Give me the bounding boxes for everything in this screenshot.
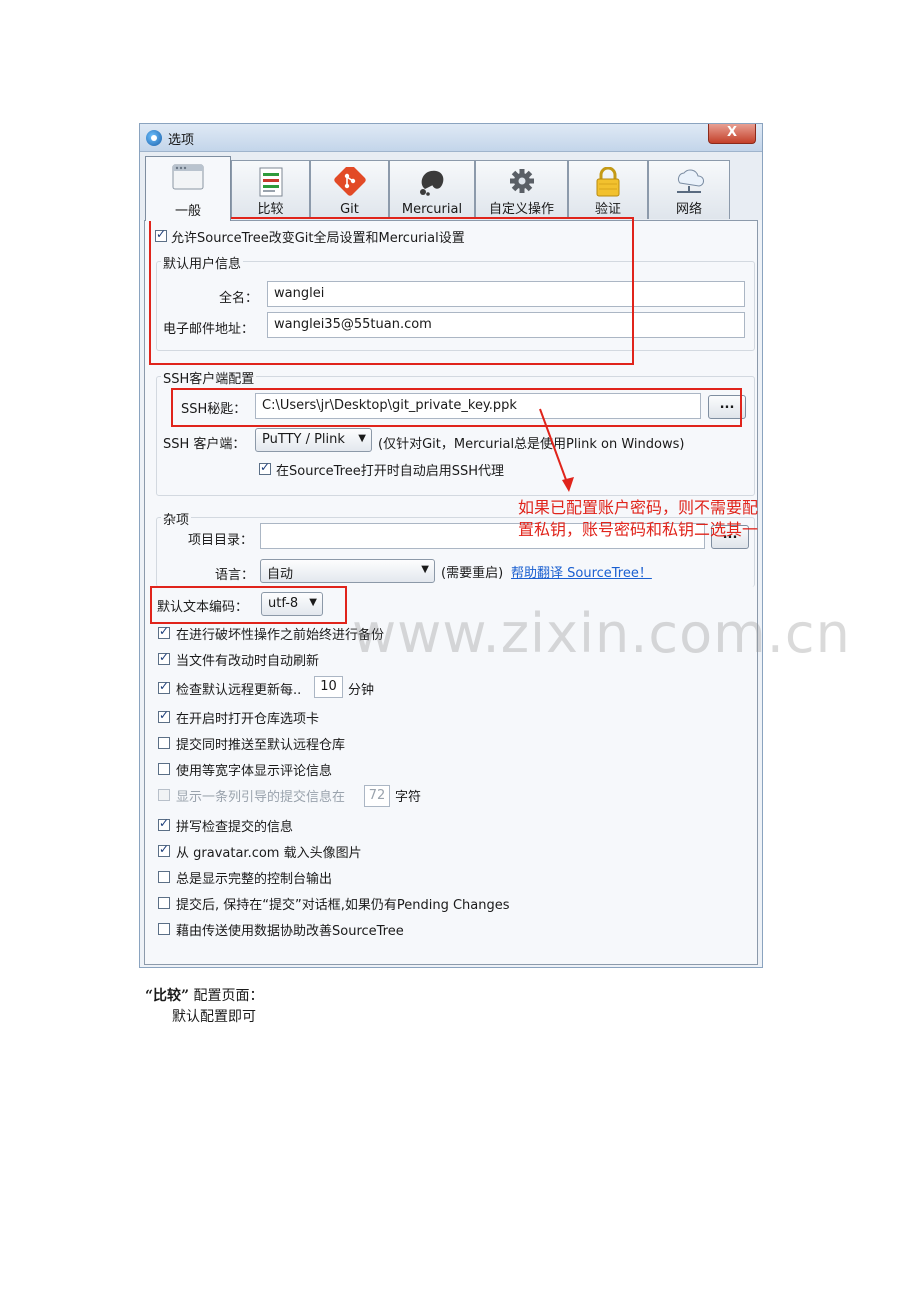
misc-group-title: 杂项	[161, 509, 192, 528]
diff-icon	[259, 167, 282, 197]
doc-heading-quote: “比较”	[145, 988, 190, 1004]
guide-column-input[interactable]: 72	[364, 785, 390, 807]
minutes-label: 分钟	[348, 683, 375, 698]
monospace-comments-checkbox[interactable]	[158, 763, 170, 775]
tab-mercurial[interactable]: Mercurial	[389, 160, 475, 219]
language-value: 自动	[267, 567, 294, 582]
backup-checkbox[interactable]	[158, 624, 170, 639]
option-label: 在开启时打开仓库选项卡	[176, 712, 320, 727]
ssh-agent-label: 在SourceTree打开时自动启用SSH代理	[276, 464, 505, 479]
ssh-client-label: SSH 客户端：	[163, 437, 246, 452]
doc-heading-rest: 配置页面：	[189, 988, 264, 1004]
gravatar-checkbox[interactable]	[158, 842, 170, 857]
option-label: 使用等宽字体显示评论信息	[176, 764, 333, 779]
help-translate-link[interactable]: 帮助翻译 SourceTree！	[511, 562, 652, 581]
highlight-user-info-box	[149, 217, 634, 365]
tab-label: Git	[340, 202, 359, 217]
tab-label: 一般	[174, 204, 201, 219]
highlight-encoding-box	[150, 586, 347, 624]
close-button[interactable]: X	[708, 124, 756, 144]
ssh-client-select[interactable]: PuTTY / Plink ▼	[255, 428, 372, 452]
tab-label: 比较	[257, 202, 284, 217]
mercurial-icon	[420, 170, 444, 196]
restart-note: (需要重启)	[441, 566, 504, 581]
tab-label: 自定义操作	[488, 202, 554, 217]
tab-authentication[interactable]: 验证	[568, 160, 648, 219]
ssh-group-title: SSH客户端配置	[161, 368, 257, 387]
tab-git[interactable]: Git	[310, 160, 389, 219]
sourcetree-app-icon	[146, 130, 162, 146]
title-bar[interactable]: 选项 X	[140, 124, 762, 152]
chars-label: 字符	[395, 790, 422, 805]
window-title: 选项	[168, 133, 195, 148]
option-label: 藉由传送使用数据协助改善SourceTree	[176, 924, 404, 939]
tab-custom-actions[interactable]: 自定义操作	[475, 160, 568, 219]
chevron-down-icon: ▼	[421, 564, 429, 575]
option-label: 从 gravatar.com 载入头像图片	[176, 846, 362, 861]
option-label: 总是显示完整的控制台输出	[176, 872, 333, 887]
doc-body: 默认配置即可	[172, 1009, 256, 1025]
auto-refresh-checkbox[interactable]	[158, 650, 170, 665]
tab-label: 网络	[675, 202, 702, 217]
option-label: 显示一条列引导的提交信息在	[176, 790, 346, 805]
doc-heading: “比较” 配置页面：	[145, 985, 264, 1005]
option-label: 当文件有改动时自动刷新	[176, 654, 320, 669]
tab-label: 验证	[594, 202, 621, 217]
tab-strip: 一般 比较 Git Mercurial 自定义操作 验证 网络	[140, 152, 762, 221]
ssh-client-note: (仅针对Git，Mercurial总是使用Plink on Windows)	[378, 437, 685, 452]
annotation-note: 如果已配置账户密码，则不需要配置私钥，账号密码和私钥二选其一	[518, 498, 759, 539]
keep-commit-dialog-checkbox[interactable]	[158, 897, 170, 909]
option-label: 提交后, 保持在“提交”对话框,如果仍有Pending Changes	[176, 898, 510, 913]
chevron-down-icon: ▼	[358, 433, 366, 444]
tab-diff[interactable]: 比较	[231, 160, 310, 219]
language-label: 语言：	[215, 568, 255, 583]
cloud-network-icon	[677, 169, 705, 193]
lock-icon	[596, 167, 620, 197]
spell-check-checkbox[interactable]	[158, 816, 170, 831]
open-repo-tabs-checkbox[interactable]	[158, 708, 170, 723]
full-console-checkbox[interactable]	[158, 871, 170, 883]
highlight-ssh-key-box	[171, 388, 742, 427]
ssh-client-value: PuTTY / Plink	[262, 432, 345, 447]
option-label: 检查默认远程更新每..	[176, 683, 302, 698]
commit-guide-checkbox[interactable]	[158, 789, 170, 801]
language-select[interactable]: 自动 ▼	[260, 559, 435, 583]
tab-general[interactable]: 一般	[145, 156, 231, 221]
git-icon	[333, 167, 366, 196]
ssh-agent-checkbox[interactable]	[259, 460, 271, 475]
option-label: 提交同时推送至默认远程仓库	[176, 738, 346, 753]
tab-label: Mercurial	[401, 202, 463, 217]
project-dir-label: 项目目录：	[188, 533, 254, 548]
window-icon	[172, 164, 204, 190]
tab-network[interactable]: 网络	[648, 160, 730, 219]
gear-icon	[509, 169, 534, 193]
check-interval-input[interactable]: 10	[314, 676, 343, 698]
option-label: 拼写检查提交的信息	[176, 820, 294, 835]
watermark: www.zixin.com.cn	[352, 602, 851, 665]
push-on-commit-checkbox[interactable]	[158, 737, 170, 749]
usage-data-checkbox[interactable]	[158, 923, 170, 935]
check-remote-checkbox[interactable]	[158, 679, 170, 694]
